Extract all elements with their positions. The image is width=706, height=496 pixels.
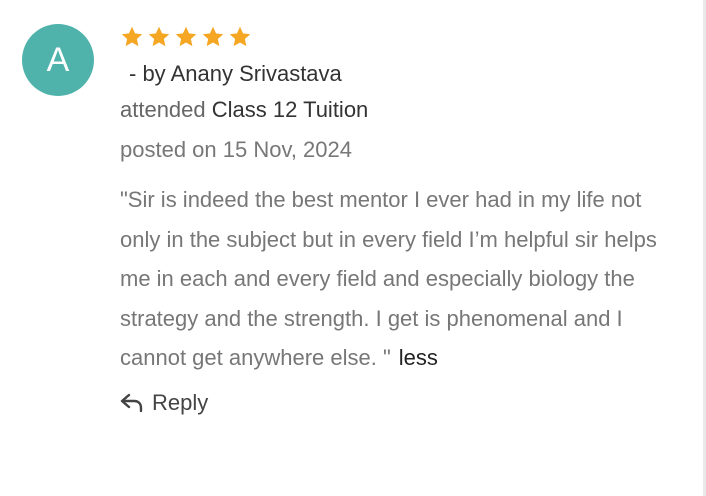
class-name: Class 12 Tuition (211, 97, 369, 122)
star-icon (174, 25, 198, 49)
star-icon (120, 25, 144, 49)
less-link[interactable]: less (399, 345, 438, 370)
review-text: "Sir is indeed the best mentor I ever ha… (120, 187, 657, 370)
star-icon (147, 25, 171, 49)
review-card: A - by Anany Srivastava attended Class 1… (0, 0, 706, 496)
star-icon (228, 25, 252, 49)
review-content: - by Anany Srivastava attended Class 12 … (120, 22, 680, 416)
reply-button[interactable]: Reply (120, 390, 680, 416)
avatar: A (22, 24, 94, 96)
posted-date: posted on 15 Nov, 2024 (120, 137, 352, 162)
attended-line: attended Class 12 Tuition (120, 96, 680, 124)
review-author: - by Anany Srivastava (129, 61, 342, 86)
attended-prefix: attended (120, 97, 206, 122)
reply-label: Reply (152, 389, 209, 415)
star-icon (201, 25, 225, 49)
star-rating (120, 22, 680, 52)
reply-arrow-icon (120, 393, 144, 413)
review-text-block: "Sir is indeed the best mentor I ever ha… (120, 180, 676, 378)
